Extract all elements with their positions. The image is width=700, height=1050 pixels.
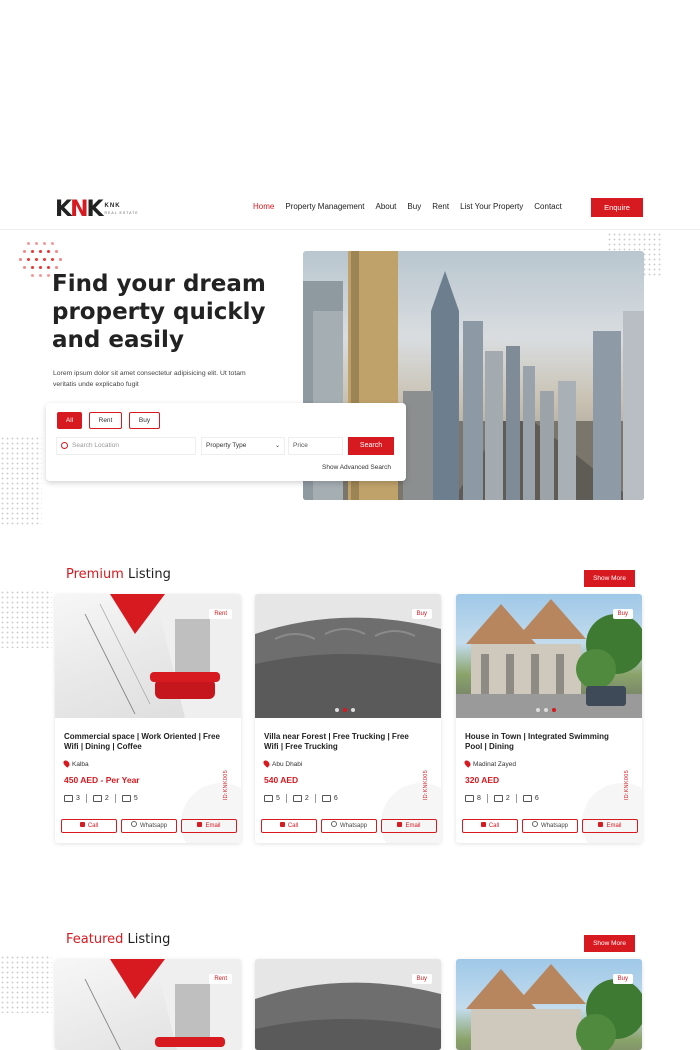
- whatsapp-button[interactable]: Whatsapp: [321, 819, 377, 833]
- listing-actions: Call Whatsapp Email: [462, 819, 638, 833]
- phone-icon: [79, 822, 85, 827]
- listing-image: [456, 959, 642, 1050]
- listing-id: ID:KNK005: [624, 770, 630, 801]
- area-icon: [321, 795, 331, 802]
- listing-card[interactable]: Buy: [255, 959, 441, 1050]
- nav-rent[interactable]: Rent: [432, 202, 449, 211]
- listing-title[interactable]: Commercial space | Work Oriented | Free …: [64, 732, 224, 752]
- whatsapp-button[interactable]: Whatsapp: [522, 819, 578, 833]
- tab-buy[interactable]: Buy: [129, 412, 160, 429]
- email-button[interactable]: Email: [181, 819, 237, 833]
- listing-location: Abu Dhabi: [262, 759, 302, 768]
- bath-icon: [493, 795, 503, 802]
- chevron-down-icon: ⌄: [274, 443, 280, 449]
- nav-property-management[interactable]: Property Management: [285, 202, 364, 211]
- hero-title: Find your dream property quickly and eas…: [52, 271, 266, 353]
- nav-about[interactable]: About: [376, 202, 397, 211]
- call-button[interactable]: Call: [462, 819, 518, 833]
- call-button[interactable]: Call: [261, 819, 317, 833]
- listing-type-badge: Buy: [612, 974, 633, 984]
- listing-type-badge: Buy: [612, 609, 633, 619]
- listing-actions: Call Whatsapp Email: [261, 819, 437, 833]
- nav-contact[interactable]: Contact: [534, 202, 562, 211]
- listing-features: 8 2 6: [465, 794, 539, 803]
- advanced-search-link[interactable]: Show Advanced Search: [322, 464, 391, 471]
- listing-card[interactable]: Buy: [456, 959, 642, 1050]
- listing-card[interactable]: Rent Commercial space | Work Oriented | …: [55, 594, 241, 843]
- phone-icon: [279, 822, 285, 827]
- property-type-select[interactable]: Property Type ⌄: [201, 437, 285, 455]
- price-input[interactable]: Price: [288, 437, 343, 455]
- listing-card[interactable]: Buy Villa near Forest | Free Trucking | …: [255, 594, 441, 843]
- bed-icon: [465, 795, 474, 802]
- listing-id: ID:KNK005: [423, 770, 429, 801]
- property-search-panel: All Rent Buy Search Location Property Ty…: [46, 403, 406, 481]
- bed-icon: [264, 795, 273, 802]
- listing-price: 540 AED: [264, 775, 299, 785]
- search-button[interactable]: Search: [348, 437, 394, 455]
- email-icon: [197, 822, 203, 827]
- dot-pattern: [0, 955, 52, 1013]
- listing-image: [55, 959, 241, 1050]
- email-icon: [397, 822, 403, 827]
- whatsapp-button[interactable]: Whatsapp: [121, 819, 177, 833]
- carousel-dots: [536, 708, 556, 712]
- hero-description: Lorem ipsum dolor sit amet consectetur a…: [53, 370, 246, 388]
- premium-listing-title: Premium Listing: [66, 567, 171, 582]
- bath-icon: [292, 795, 302, 802]
- nav-buy[interactable]: Buy: [407, 202, 421, 211]
- listing-features: 5 2 6: [264, 794, 338, 803]
- dot-pattern: [0, 590, 52, 648]
- whatsapp-icon: [531, 821, 538, 827]
- nav-list-your-property[interactable]: List Your Property: [460, 202, 523, 211]
- listing-card[interactable]: Rent: [55, 959, 241, 1050]
- map-pin-icon: [61, 442, 68, 449]
- tab-all[interactable]: All: [57, 412, 82, 429]
- listing-type-badge: Buy: [411, 609, 432, 619]
- featured-listing-title: Featured Listing: [66, 932, 171, 947]
- map-pin-icon: [262, 759, 271, 768]
- logo-mark: KNK: [55, 197, 104, 222]
- nav-home[interactable]: Home: [253, 202, 274, 211]
- area-icon: [522, 795, 532, 802]
- listing-card[interactable]: Buy House in Town | Integrated Swimming …: [456, 594, 642, 843]
- dot-pattern: [0, 436, 42, 526]
- tab-rent[interactable]: Rent: [89, 412, 122, 429]
- enquire-button[interactable]: Enquire: [591, 198, 643, 217]
- listing-type-badge: Buy: [411, 974, 432, 984]
- call-button[interactable]: Call: [61, 819, 117, 833]
- email-icon: [598, 822, 604, 827]
- listing-price: 450 AED - Per Year: [64, 775, 140, 785]
- brand-logo[interactable]: KNK KNK REAL ESTATE: [55, 197, 139, 222]
- listing-id: ID:KNK005: [223, 770, 229, 801]
- map-pin-icon: [62, 759, 71, 768]
- email-button[interactable]: Email: [582, 819, 638, 833]
- listing-title[interactable]: Villa near Forest | Free Trucking | Free…: [264, 732, 424, 752]
- whatsapp-icon: [330, 821, 337, 827]
- carousel-dots: [335, 708, 355, 712]
- listing-features: 3 2 5: [64, 794, 138, 803]
- featured-show-more-button[interactable]: Show More: [584, 935, 635, 952]
- email-button[interactable]: Email: [381, 819, 437, 833]
- main-menu: Home Property Management About Buy Rent …: [253, 202, 573, 211]
- listing-title[interactable]: House in Town | Integrated Swimming Pool…: [465, 732, 625, 752]
- whatsapp-icon: [130, 821, 137, 827]
- logo-text: KNK REAL ESTATE: [104, 202, 139, 215]
- listing-image: [255, 959, 441, 1050]
- premium-show-more-button[interactable]: Show More: [584, 570, 635, 587]
- listing-type-badge: Rent: [209, 974, 232, 984]
- listing-price: 320 AED: [465, 775, 500, 785]
- listing-location: Madinat Zayed: [463, 759, 516, 768]
- location-input[interactable]: Search Location: [56, 437, 196, 455]
- top-navbar: KNK KNK REAL ESTATE Home Property Manage…: [0, 190, 700, 230]
- listing-location: Kalba: [62, 759, 89, 768]
- map-pin-icon: [463, 759, 472, 768]
- listing-actions: Call Whatsapp Email: [61, 819, 237, 833]
- bath-icon: [92, 795, 102, 802]
- search-tabs: All Rent Buy: [57, 412, 160, 429]
- bed-icon: [64, 795, 73, 802]
- area-icon: [121, 795, 131, 802]
- phone-icon: [480, 822, 486, 827]
- listing-type-badge: Rent: [209, 609, 232, 619]
